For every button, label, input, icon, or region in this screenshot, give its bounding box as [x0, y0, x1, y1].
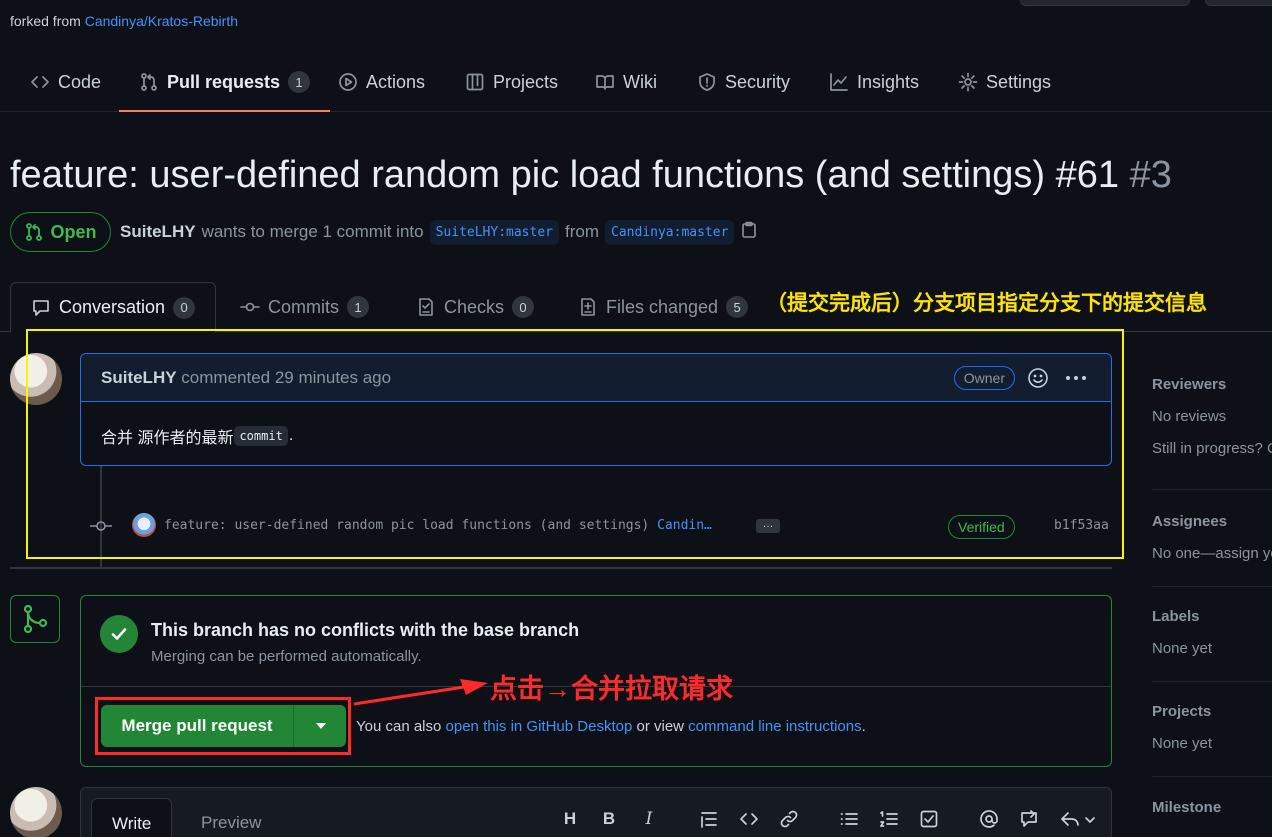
annotation-highlight-box — [26, 329, 1124, 559]
tab-checks[interactable]: Checks 0 — [416, 282, 535, 332]
tab-actions[interactable]: Actions — [338, 52, 425, 112]
tab-conversation[interactable]: Conversation 0 — [10, 282, 217, 333]
italic-icon[interactable]: I — [638, 808, 660, 830]
sidebar-labels-value: None yet — [1152, 640, 1213, 657]
tab-settings[interactable]: Settings — [958, 52, 1051, 112]
link-icon[interactable] — [778, 808, 800, 830]
mention-icon[interactable] — [978, 808, 1000, 830]
merge-button-group: Merge pull request — [101, 705, 346, 747]
comment-icon — [33, 299, 49, 316]
author-link[interactable]: SuiteLHY — [120, 222, 196, 242]
triangle-down-icon — [315, 723, 326, 729]
tab-files-changed[interactable]: Files changed 5 — [578, 282, 749, 332]
merge-options-dropdown[interactable] — [295, 705, 346, 747]
graph-icon — [830, 73, 848, 91]
timeline-divider — [10, 567, 1112, 569]
merge-status-title: This branch has no conflicts with the ba… — [151, 620, 580, 640]
merge-status-subtitle: Merging can be performed automatically. — [151, 648, 422, 665]
tab-pull-requests[interactable]: Pull requests 1 — [118, 52, 331, 112]
sidebar-reviewers-label[interactable]: Reviewers — [1152, 376, 1226, 393]
sidebar-labels-label[interactable]: Labels — [1152, 608, 1200, 625]
merge-status-icon — [10, 595, 60, 643]
tab-security[interactable]: Security — [697, 52, 790, 112]
diff-icon — [581, 298, 595, 316]
sidebar-divider — [1152, 586, 1272, 587]
pr-count: 1 — [288, 71, 311, 93]
play-icon — [339, 73, 357, 91]
tab-projects[interactable]: Projects — [465, 52, 558, 112]
bold-icon[interactable]: B — [598, 808, 620, 830]
watch-button[interactable] — [1020, 0, 1190, 6]
sidebar-divider — [1152, 776, 1272, 777]
merge-pull-request-button[interactable]: Merge pull request — [101, 705, 294, 747]
checklist-icon — [419, 298, 433, 316]
tab-write[interactable]: Write — [91, 798, 173, 837]
check-circle-icon — [100, 615, 138, 653]
fork-info: forked from Candinya/Kratos-Rebirth — [10, 13, 238, 29]
merge-alternatives: You can also open this in GitHub Desktop… — [356, 718, 866, 735]
tab-commits[interactable]: Commits 1 — [240, 282, 369, 332]
saved-replies-icon[interactable] — [1060, 808, 1096, 830]
gear-icon — [958, 72, 978, 92]
task-list-icon[interactable] — [918, 808, 940, 830]
sidebar-projects-label[interactable]: Projects — [1152, 703, 1211, 720]
code-icon — [31, 76, 49, 88]
base-branch[interactable]: SuiteLHY:master — [429, 219, 559, 245]
fork-button[interactable] — [1205, 0, 1272, 6]
sidebar-assignees-label[interactable]: Assignees — [1152, 513, 1227, 530]
commit-icon — [240, 302, 260, 312]
pr-number: #3 — [1129, 154, 1172, 196]
pull-request-icon — [141, 73, 157, 91]
pr-meta: SuiteLHY wants to merge 1 commit into Su… — [120, 218, 758, 246]
sidebar-milestone-label[interactable]: Milestone — [1152, 799, 1221, 816]
tab-wiki[interactable]: Wiki — [595, 52, 657, 112]
annotation-click-merge: 点击→合并拉取请求 — [490, 674, 733, 704]
copy-icon[interactable] — [740, 221, 758, 244]
status-badge: Open — [10, 212, 111, 252]
sidebar-divider — [1152, 489, 1272, 490]
comment-editor: Write Preview — [80, 787, 1112, 837]
github-desktop-link[interactable]: open this in GitHub Desktop — [446, 718, 633, 735]
quote-icon[interactable] — [698, 808, 720, 830]
tab-insights[interactable]: Insights — [829, 52, 919, 112]
avatar[interactable] — [10, 787, 62, 837]
table-icon — [466, 73, 484, 91]
sidebar-assignees-value[interactable]: No one—assign yo — [1152, 545, 1272, 562]
fork-source-link[interactable]: Candinya/Kratos-Rebirth — [85, 13, 238, 29]
sidebar-divider — [1152, 681, 1272, 682]
tab-code[interactable]: Code — [30, 52, 101, 112]
git-merge-icon — [23, 604, 48, 634]
tab-preview[interactable]: Preview — [181, 798, 281, 837]
annotation-arrow — [353, 679, 488, 706]
reference-icon[interactable] — [1018, 808, 1040, 830]
sidebar-reviewers-value: No reviews — [1152, 408, 1227, 425]
code-icon[interactable] — [738, 808, 760, 830]
book-icon — [596, 75, 614, 90]
annotation-commit-info: （提交完成后）分支项目指定分支下的提交信息 — [766, 292, 1207, 315]
head-branch[interactable]: Candinya:master — [605, 219, 735, 245]
sidebar-reviewers-note: Still in progress? C — [1152, 440, 1272, 457]
unordered-list-icon[interactable] — [838, 808, 860, 830]
page-title: feature: user-defined random pic load fu… — [10, 154, 1172, 196]
heading-icon[interactable]: H — [559, 808, 581, 830]
shield-icon — [699, 73, 715, 91]
repo-nav: Code Pull requests 1 Actions Projects Wi… — [0, 52, 1272, 112]
pull-request-icon — [26, 223, 43, 241]
ordered-list-icon[interactable] — [878, 808, 900, 830]
sidebar-projects-value: None yet — [1152, 735, 1213, 752]
command-line-link[interactable]: command line instructions — [688, 718, 861, 735]
